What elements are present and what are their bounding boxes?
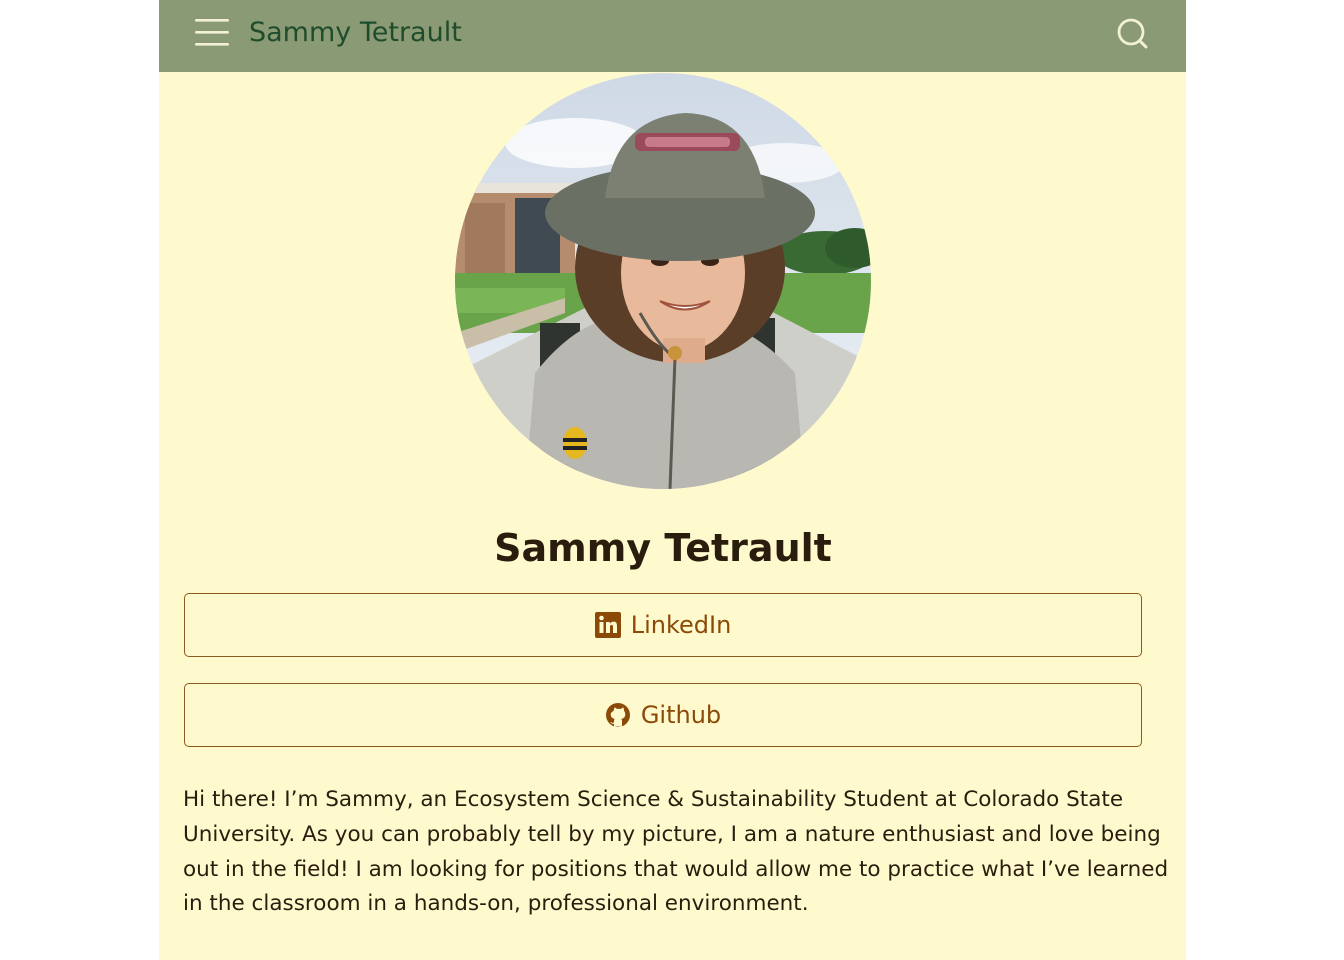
linkedin-label: LinkedIn <box>630 611 732 639</box>
github-button[interactable]: Github <box>184 683 1142 747</box>
site-title[interactable]: Sammy Tetrault <box>249 13 462 53</box>
menu-button[interactable] <box>189 14 235 52</box>
profile-name: Sammy Tetrault <box>494 526 832 570</box>
page: Sammy Tetrault Sammy Tetrault LinkedIn G… <box>159 0 1186 960</box>
github-icon <box>605 702 631 728</box>
linkedin-icon <box>594 612 621 638</box>
github-label: Github <box>640 701 722 729</box>
profile-photo <box>455 73 871 489</box>
bio-text: Hi there! I’m Sammy, an Ecosystem Scienc… <box>183 787 1169 917</box>
search-icon <box>1117 18 1148 49</box>
linkedin-button[interactable]: LinkedIn <box>184 593 1142 657</box>
search-button[interactable] <box>1111 14 1153 54</box>
navbar: Sammy Tetrault <box>159 0 1186 72</box>
hamburger-menu-icon <box>195 19 229 46</box>
